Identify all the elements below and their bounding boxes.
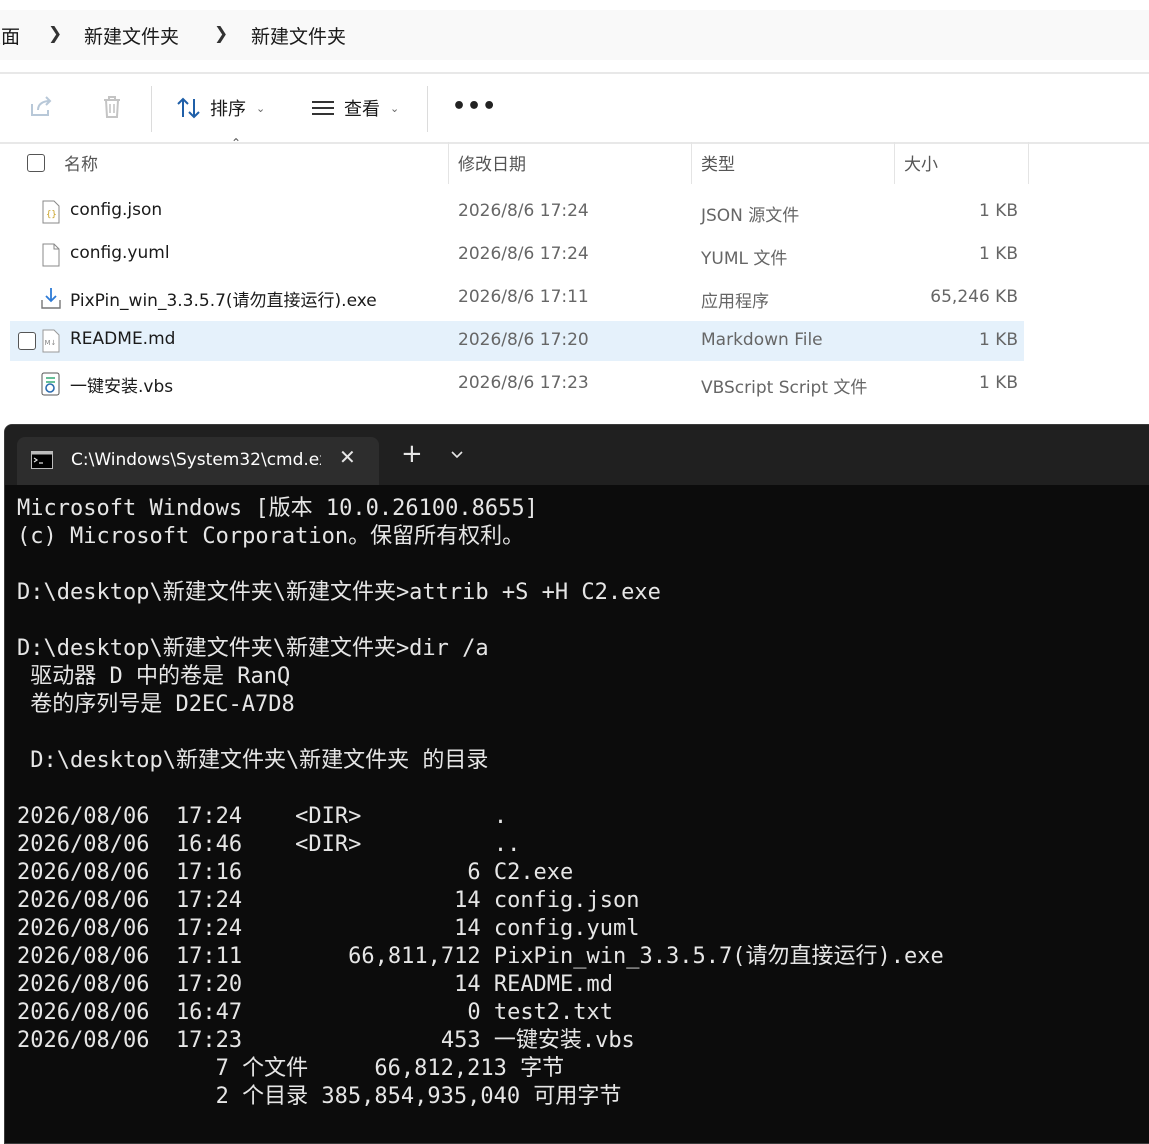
file-type: 应用程序 <box>701 292 769 312</box>
console-line: 2026/08/06 17:24 14 config.yuml <box>17 916 640 941</box>
console-line: 2026/08/06 17:23 453 一键安装.vbs <box>17 1028 635 1053</box>
console-line: 驱动器 D 中的卷是 RanQ <box>17 664 291 689</box>
file-explorer-window: 桌面 ❯ 新建文件夹 ❯ 新建文件夹 排序 ⌄ 查看 ⌄ ••• ⌃ 名称 修改… <box>0 0 1149 430</box>
console-line: Microsoft Windows [版本 10.0.26100.8655] <box>17 496 538 521</box>
terminal-tab-bar: C:\Windows\System32\cmd.exe ✕ + <box>5 425 1149 485</box>
file-type: YUML 文件 <box>701 249 788 269</box>
delete-icon[interactable] <box>97 92 127 122</box>
file-name: PixPin_win_3.3.5.7(请勿直接运行).exe <box>70 291 377 311</box>
file-name: config.json <box>70 200 163 220</box>
file-size: 1 KB <box>978 244 1018 264</box>
file-modified: 2026/8/6 17:24 <box>458 201 589 221</box>
console-line: 2026/08/06 16:47 0 test2.txt <box>17 1000 614 1025</box>
column-header-row: 名称 修改日期 类型 大小 <box>0 142 1030 186</box>
console-line: 卷的序列号是 D2EC-A7D8 <box>17 692 295 717</box>
file-size: 1 KB <box>978 330 1018 350</box>
breadcrumb-item-current-folder[interactable]: 新建文件夹 <box>251 22 346 49</box>
more-options-button[interactable]: ••• <box>452 94 497 119</box>
file-name: 一键安装.vbs <box>70 377 174 397</box>
view-list-icon <box>312 101 334 115</box>
console-line: 2026/08/06 17:11 66,811,712 PixPin_win_3… <box>17 944 944 969</box>
tab-title: C:\Windows\System32\cmd.exe <box>71 450 321 470</box>
file-size: 1 KB <box>978 373 1018 393</box>
terminal-tab[interactable]: C:\Windows\System32\cmd.exe ✕ <box>17 437 379 485</box>
vbs-script-icon <box>40 372 62 396</box>
console-line: 2026/08/06 17:20 14 README.md <box>17 972 614 997</box>
cmd-icon <box>31 451 53 469</box>
column-header-name[interactable]: 名称 <box>64 150 98 175</box>
breadcrumb-item-folder[interactable]: 新建文件夹 <box>84 22 179 49</box>
file-modified: 2026/8/6 17:11 <box>458 287 589 307</box>
file-name: config.yuml <box>70 243 170 263</box>
console-line: D:\desktop\新建文件夹\新建文件夹>attrib +S +H C2.e… <box>17 580 661 605</box>
file-type: VBScript Script 文件 <box>701 378 868 398</box>
file-size: 65,246 KB <box>930 287 1018 307</box>
blank-file-icon <box>40 243 62 267</box>
row-checkbox[interactable] <box>18 332 36 350</box>
chevron-right-icon[interactable]: ❯ <box>48 24 62 44</box>
json-file-icon: {} <box>40 200 62 224</box>
sort-icon <box>177 97 200 119</box>
file-modified: 2026/8/6 17:20 <box>458 330 589 350</box>
column-header-modified[interactable]: 修改日期 <box>458 150 526 175</box>
console-line: (c) Microsoft Corporation。保留所有权利。 <box>17 524 525 549</box>
sort-label: 排序 <box>210 99 246 120</box>
file-row-selected[interactable]: M↓ README.md 2026/8/6 17:20 Markdown Fil… <box>10 321 1024 361</box>
console-line: 2026/08/06 17:16 6 C2.exe <box>17 860 574 885</box>
sort-button[interactable]: 排序 ⌄ <box>176 88 265 128</box>
view-label: 查看 <box>344 99 380 120</box>
markdown-file-icon: M↓ <box>40 329 62 353</box>
console-line: 2026/08/06 16:46 <DIR> .. <box>17 832 521 857</box>
new-tab-button[interactable]: + <box>401 441 423 467</box>
column-header-size[interactable]: 大小 <box>904 150 938 175</box>
file-modified: 2026/8/6 17:24 <box>458 244 589 264</box>
file-row[interactable]: {} config.json 2026/8/6 17:24 JSON 源文件 1… <box>10 192 1024 232</box>
column-header-type[interactable]: 类型 <box>701 150 735 175</box>
chevron-down-icon[interactable] <box>449 447 465 463</box>
file-size: 1 KB <box>978 201 1018 221</box>
file-modified: 2026/8/6 17:23 <box>458 373 589 393</box>
console-line: 2026/08/06 17:24 14 config.json <box>17 888 640 913</box>
console-line: 7 个文件 66,812,213 字节 <box>17 1056 565 1081</box>
file-type: Markdown File <box>701 330 823 350</box>
select-all-checkbox[interactable] <box>27 154 45 172</box>
breadcrumb: 桌面 ❯ 新建文件夹 ❯ 新建文件夹 <box>0 10 1149 60</box>
file-type: JSON 源文件 <box>701 206 800 226</box>
terminal-window[interactable]: C:\Windows\System32\cmd.exe ✕ + Microsof… <box>4 424 1149 1144</box>
share-icon[interactable] <box>26 92 56 122</box>
installer-icon <box>40 286 62 310</box>
chevron-down-icon: ⌄ <box>390 101 400 115</box>
chevron-right-icon[interactable]: ❯ <box>214 24 228 44</box>
console-line: D:\desktop\新建文件夹\新建文件夹>dir /a <box>17 636 489 661</box>
file-row[interactable]: config.yuml 2026/8/6 17:24 YUML 文件 1 KB <box>10 235 1024 275</box>
breadcrumb-item-desktop[interactable]: 桌面 <box>0 22 20 49</box>
view-button[interactable]: 查看 ⌄ <box>310 88 399 128</box>
file-row[interactable]: 一键安装.vbs 2026/8/6 17:23 VBScript Script … <box>10 364 1024 404</box>
svg-text:M↓: M↓ <box>45 339 57 347</box>
file-row[interactable]: PixPin_win_3.3.5.7(请勿直接运行).exe 2026/8/6 … <box>10 278 1024 318</box>
close-icon[interactable]: ✕ <box>339 445 356 469</box>
svg-text:{}: {} <box>46 210 57 220</box>
console-output[interactable]: Microsoft Windows [版本 10.0.26100.8655] (… <box>17 495 1149 1143</box>
command-bar: 排序 ⌄ 查看 ⌄ ••• <box>0 72 1149 144</box>
console-line: D:\desktop\新建文件夹\新建文件夹 的目录 <box>17 748 489 773</box>
console-line: 2026/08/06 17:24 <DIR> . <box>17 804 508 829</box>
chevron-down-icon: ⌄ <box>256 101 266 115</box>
console-line: 2 个目录 385,854,935,040 可用字节 <box>17 1084 622 1109</box>
file-name: README.md <box>70 329 176 349</box>
